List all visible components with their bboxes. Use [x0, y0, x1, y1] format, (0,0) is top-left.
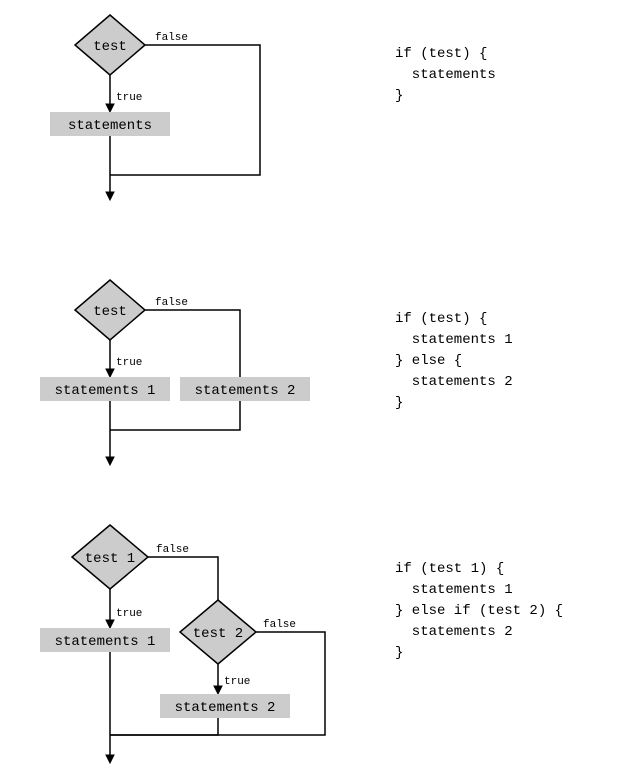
code-snippet-if-elseif: if (test 1) { statements 1 } else if (te… [395, 559, 563, 664]
true-label-2: true [224, 676, 250, 688]
test-label: test [93, 304, 127, 320]
false-label-1: false [156, 544, 189, 556]
false-label: false [155, 32, 188, 44]
true-label: true [116, 357, 142, 369]
code-snippet-if: if (test) { statements } [395, 44, 496, 107]
true-label: true [116, 92, 142, 104]
test1-label: test 1 [85, 551, 135, 567]
statements1-label: statements 1 [55, 634, 156, 650]
true-label-1: true [116, 608, 142, 620]
code-snippet-if-else: if (test) { statements 1 } else { statem… [395, 309, 513, 414]
statements2-label: statements 2 [195, 383, 296, 399]
false-label-2: false [263, 619, 296, 631]
flowchart-if: test false true statements [0, 0, 360, 210]
test2-label: test 2 [193, 626, 243, 642]
flowchart-if-elseif: test 1 false true statements 1 test 2 fa… [0, 510, 360, 770]
test-label: test [93, 39, 127, 55]
statements2-label: statements 2 [175, 700, 276, 716]
statements1-label: statements 1 [55, 383, 156, 399]
false-label: false [155, 297, 188, 309]
flowchart-if-else: test false true statements 1 statements … [0, 265, 360, 475]
statements-label: statements [68, 118, 152, 134]
